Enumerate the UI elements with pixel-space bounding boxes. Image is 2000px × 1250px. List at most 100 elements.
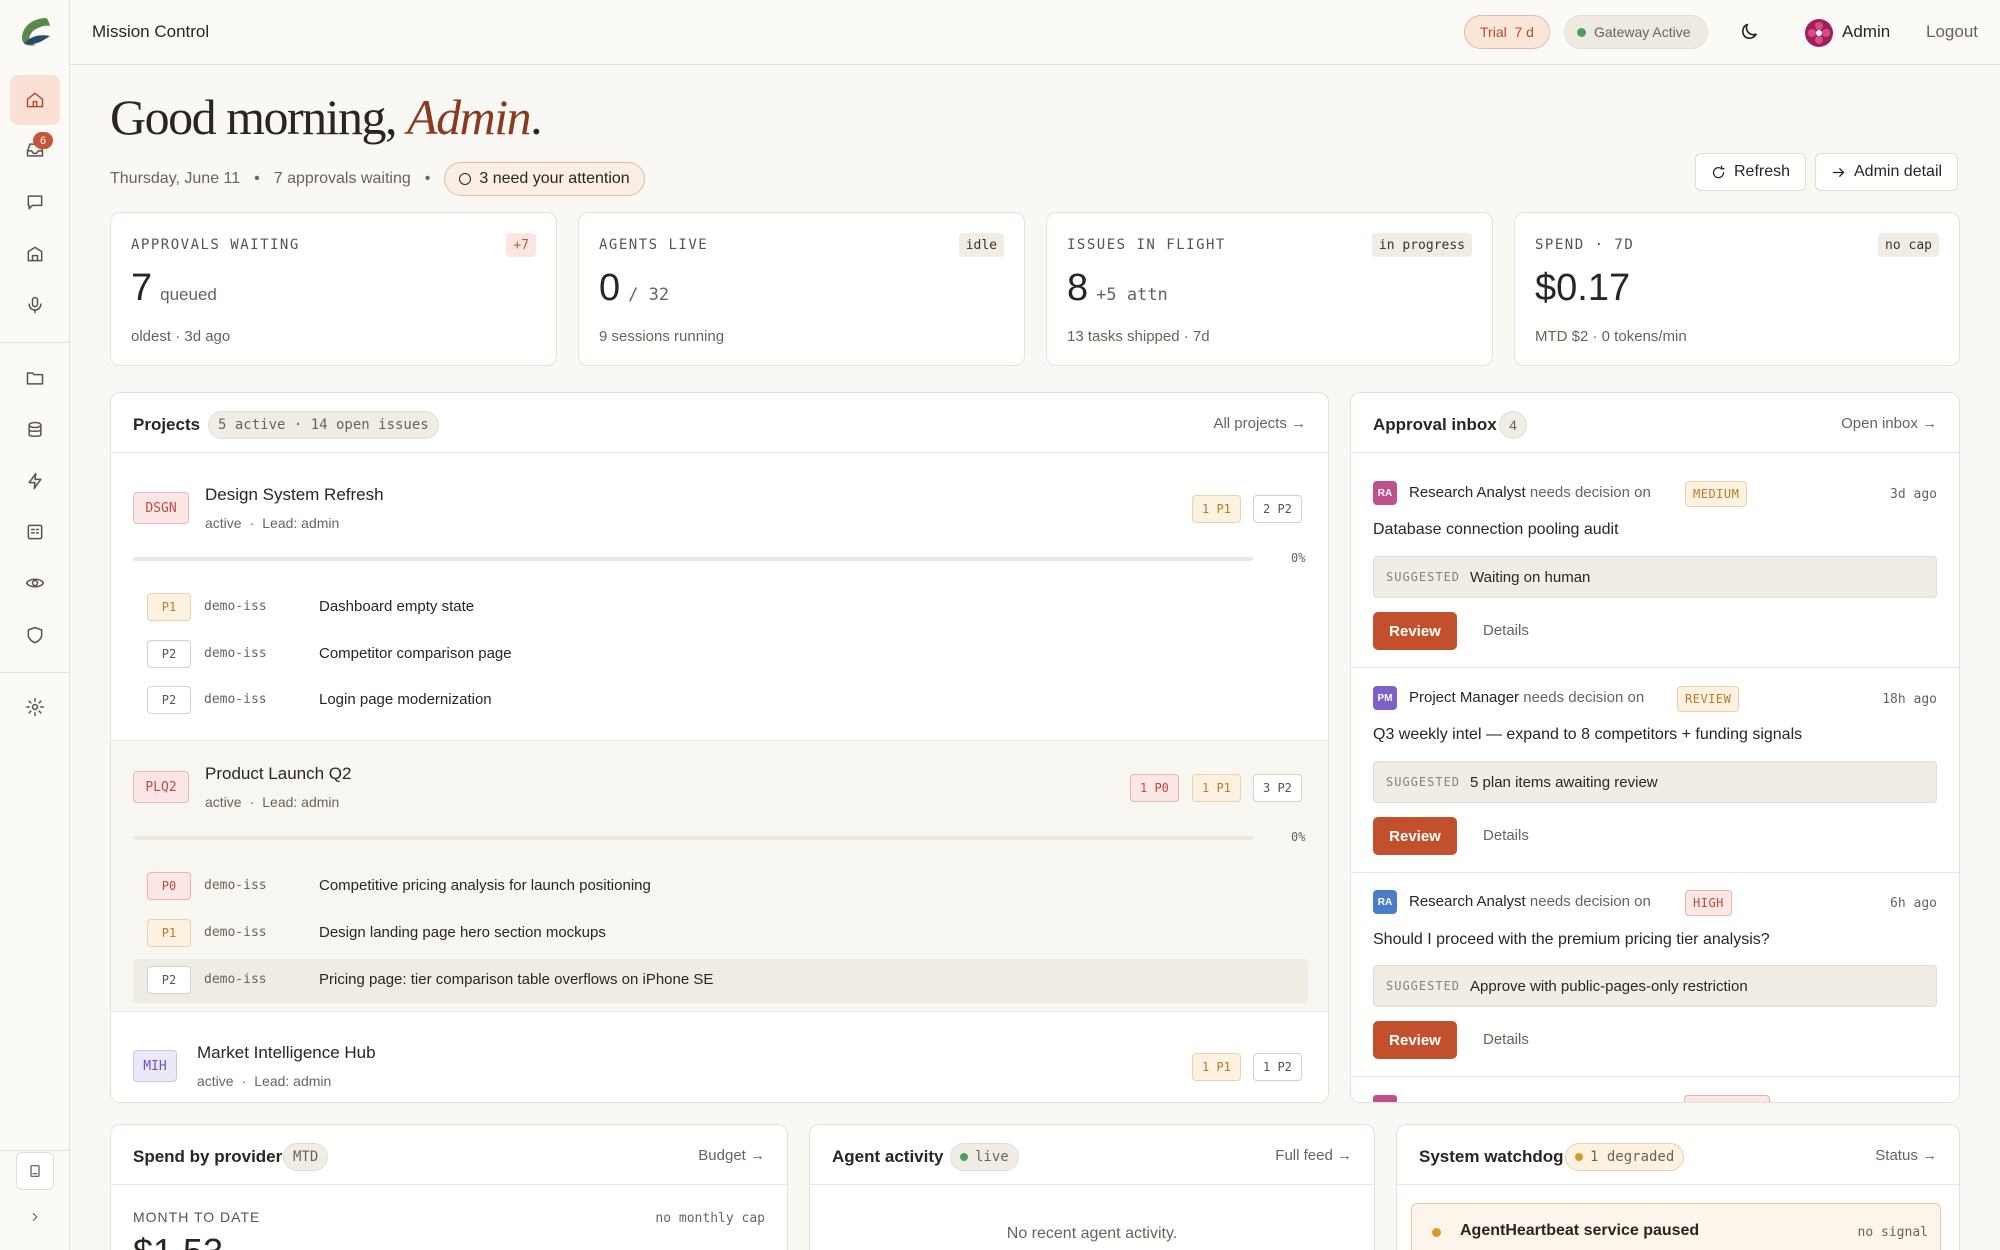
- review-button[interactable]: Review: [1373, 612, 1457, 650]
- stat-label: AGENTS LIVE: [599, 237, 709, 253]
- agent-avatar: RA: [1373, 890, 1397, 914]
- user-name[interactable]: Admin: [1842, 22, 1890, 42]
- nav-building[interactable]: [10, 229, 60, 279]
- admin-detail-button[interactable]: Admin detail: [1815, 153, 1959, 191]
- nav-settings[interactable]: [10, 682, 60, 732]
- live-label: live: [975, 1149, 1009, 1165]
- open-inbox-link[interactable]: Open inbox →: [1841, 415, 1937, 432]
- priority-count-badge: 1 P0: [1130, 774, 1179, 802]
- issue-key: demo-iss: [204, 646, 267, 661]
- stat-tag: in progress: [1371, 233, 1472, 257]
- issue-title: Competitor comparison page: [319, 645, 512, 662]
- needs-decision-text: needs decision on: [1523, 689, 1645, 706]
- issue-row-hover: [133, 959, 1308, 1003]
- stat-tag: +7: [506, 233, 536, 257]
- project-meta: active · Lead: admin: [205, 794, 340, 810]
- stat-label: SPEND · 7D: [1535, 237, 1635, 253]
- trial-badge[interactable]: Trial 7 d: [1464, 15, 1550, 49]
- stat-card-issues[interactable]: ISSUES IN FLIGHT in progress 8 +5 attn 13…: [1046, 212, 1493, 366]
- issue-title: Login page modernization: [319, 691, 492, 708]
- database-icon: [28, 421, 42, 437]
- stat-tag: no cap: [1878, 233, 1939, 257]
- activity-header: Agent activity live Full feed →: [810, 1125, 1374, 1185]
- review-button[interactable]: Review: [1373, 817, 1457, 855]
- project-name[interactable]: Product Launch Q2: [205, 764, 351, 784]
- priority-count-badge: 3 P2: [1253, 774, 1302, 802]
- stat-value: 0: [599, 267, 621, 309]
- stat-unit: / 32: [628, 285, 670, 305]
- approval-agent-line: Research Analyst needs decision on: [1409, 484, 1651, 501]
- project-status: active: [205, 794, 242, 810]
- project-code: DSGN: [133, 492, 189, 524]
- nav-chat[interactable]: [10, 177, 60, 227]
- issue-key: demo-iss: [204, 878, 267, 893]
- approval-question: Should I proceed with the premium pricin…: [1373, 931, 1770, 948]
- nav-projects[interactable]: [10, 353, 60, 403]
- spend-header: Spend by provider MTD Budget →: [111, 1125, 787, 1185]
- degraded-label: 1 degraded: [1590, 1149, 1675, 1165]
- alert-dot-icon: [1432, 1228, 1441, 1237]
- projects-panel: Projects 5 active · 14 open issues All p…: [110, 392, 1329, 1103]
- suggested-label: SUGGESTED: [1386, 979, 1461, 993]
- issue-key: demo-iss: [204, 599, 267, 614]
- nav-docs[interactable]: [16, 1152, 54, 1190]
- stat-card-agents[interactable]: AGENTS LIVE idle 0 / 32 9 sessions runnin…: [578, 212, 1025, 366]
- project-name[interactable]: Design System Refresh: [205, 485, 384, 505]
- needs-decision-text: needs decision on: [1529, 484, 1651, 501]
- attention-label: 3 need your attention: [479, 170, 630, 187]
- spend-panel: Spend by provider MTD Budget → MONTH TO …: [110, 1124, 788, 1250]
- nav-security[interactable]: [10, 610, 60, 660]
- spend-title: Spend by provider: [133, 1147, 283, 1166]
- budget-link[interactable]: Budget →: [698, 1147, 765, 1164]
- details-link[interactable]: Details: [1483, 1031, 1529, 1048]
- priority-count-badge: 1 P2: [1253, 1053, 1302, 1081]
- moon-icon[interactable]: [1738, 21, 1760, 43]
- attention-badge[interactable]: 3 need your attention: [444, 162, 645, 196]
- approval-agent-line: Research Analyst needs decision on: [1409, 893, 1651, 910]
- full-feed-link[interactable]: Full feed →: [1275, 1147, 1352, 1164]
- refresh-button[interactable]: Refresh: [1695, 153, 1807, 191]
- nav-inbox[interactable]: [10, 125, 60, 175]
- issue-priority: P1: [147, 593, 191, 621]
- logout-link[interactable]: Logout: [1926, 22, 1978, 42]
- project-status: active: [205, 515, 242, 531]
- progress-bar: [133, 836, 1253, 840]
- stat-value: 7: [131, 267, 153, 309]
- approval-inbox-panel: Approval inbox 4 Open inbox → RA Researc…: [1350, 392, 1960, 1103]
- building-icon: [27, 246, 43, 262]
- top-bar: Mission Control Trial 7 d Gateway Active…: [70, 0, 2000, 65]
- agent-avatar: RA: [1373, 481, 1397, 505]
- live-dot-icon: [960, 1153, 968, 1161]
- agent-avatar-partial: [1373, 1095, 1397, 1102]
- eye-icon: [25, 578, 45, 588]
- details-link[interactable]: Details: [1483, 622, 1529, 639]
- approval-time: 3d ago: [1890, 487, 1937, 502]
- nav-watch[interactable]: [10, 558, 60, 608]
- nav-voice[interactable]: [10, 280, 60, 330]
- stat-card-spend[interactable]: SPEND · 7D no cap $0.17 MTD $2 · 0 token…: [1514, 212, 1960, 366]
- sidebar-expand[interactable]: [16, 1198, 54, 1236]
- suggested-box: SUGGESTED Approve with public-pages-only …: [1373, 965, 1937, 1007]
- project-name[interactable]: Market Intelligence Hub: [197, 1043, 376, 1063]
- avatar[interactable]: [1804, 18, 1834, 48]
- review-button[interactable]: Review: [1373, 1021, 1457, 1059]
- stat-card-approvals[interactable]: APPROVALS WAITING +7 7 queued oldest · 3d…: [110, 212, 557, 366]
- nav-boards[interactable]: [10, 507, 60, 557]
- gateway-status[interactable]: Gateway Active: [1564, 15, 1708, 49]
- project-meta: active · Lead: admin: [205, 515, 340, 531]
- nav-database[interactable]: [10, 405, 60, 455]
- all-projects-link[interactable]: All projects →: [1213, 415, 1306, 432]
- details-link[interactable]: Details: [1483, 827, 1529, 844]
- watchdog-alert[interactable]: AgentHeartbeat service paused no signal: [1411, 1203, 1941, 1250]
- approval-question: Q3 weekly intel — expand to 8 competitor…: [1373, 726, 1803, 743]
- app-logo[interactable]: [16, 14, 54, 50]
- alert-title: AgentHeartbeat service paused: [1460, 1222, 1700, 1239]
- refresh-label: Refresh: [1734, 163, 1791, 180]
- nav-home[interactable]: [10, 75, 60, 125]
- project-lead: Lead: admin: [254, 1073, 332, 1089]
- system-watchdog-panel: System watchdog 1 degraded Status → Agen…: [1396, 1124, 1960, 1250]
- nav-automations[interactable]: [10, 456, 60, 506]
- project-code: MIH: [133, 1050, 177, 1082]
- status-link[interactable]: Status →: [1875, 1147, 1937, 1164]
- issue-key: demo-iss: [204, 972, 267, 987]
